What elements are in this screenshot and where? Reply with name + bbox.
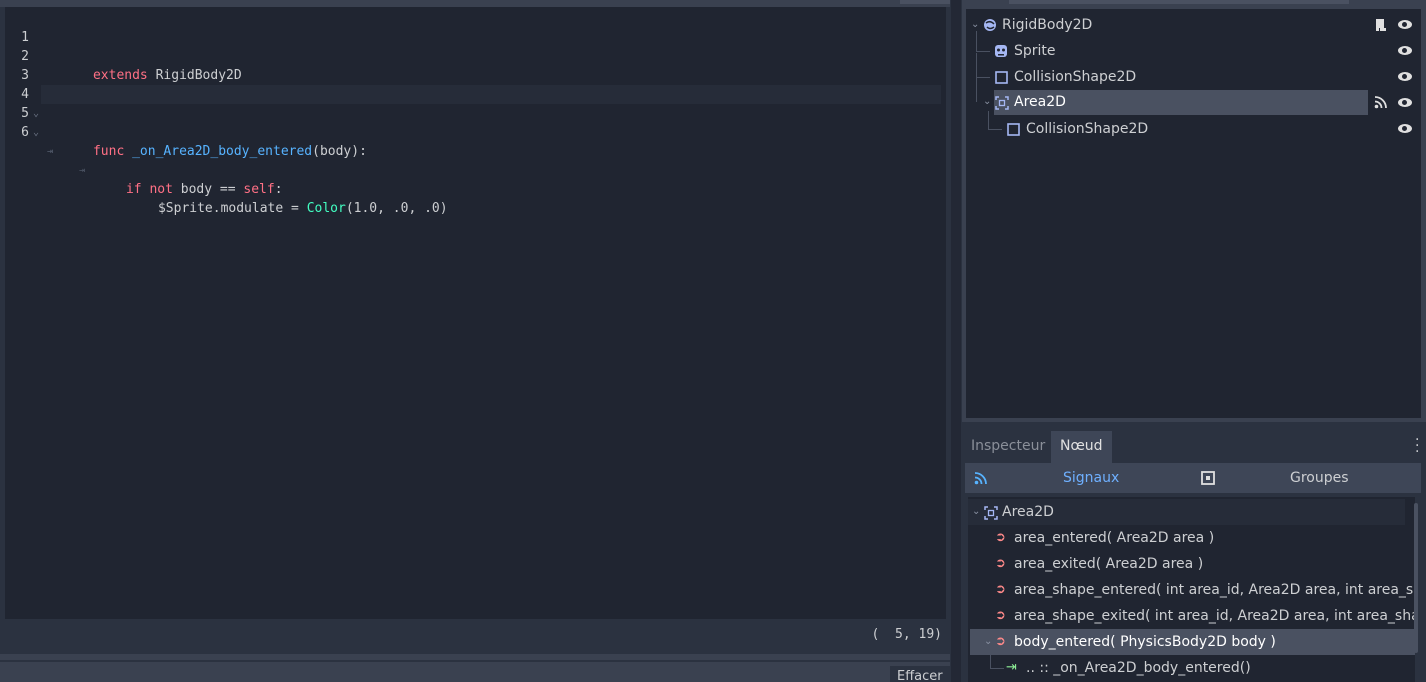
tree-item-sprite[interactable]: Sprite: [966, 31, 1421, 63]
signal-label: area_shape_entered( int area_id, Area2D …: [1014, 582, 1415, 598]
signal-item[interactable]: ➲ area_entered( Area2D area ): [968, 525, 1415, 551]
tree-guide-line: [976, 31, 977, 51]
collisionshape2d-icon: [995, 71, 1008, 84]
signal-icon: [974, 472, 987, 485]
code-line-2[interactable]: 2: [5, 28, 946, 64]
visibility-eye-icon[interactable]: [1398, 124, 1412, 133]
signal-item[interactable]: ➲ area_exited( Area2D area ): [968, 551, 1415, 577]
collisionshape2d-icon: [1007, 123, 1020, 136]
tree-item-collisionshape2d-child[interactable]: CollisionShape2D: [966, 111, 1421, 141]
indent-tab-icon: ⇥: [47, 146, 54, 157]
dock-splitter[interactable]: [951, 0, 961, 682]
signal-emit-icon: ➲: [995, 556, 1006, 571]
tree-guide-line: [976, 53, 977, 77]
signal-item-selected[interactable]: ⌄ ➲ body_entered( PhysicsBody2D body ): [970, 629, 1415, 655]
tree-guide-line: [988, 111, 989, 129]
code-line-1[interactable]: 1 extends RigidBody2D: [5, 9, 946, 83]
code-line-6[interactable]: 6 ⇥ ⇥ $Sprite.modulate = Color(1.0, .0, …: [5, 104, 946, 216]
line-number: 6: [21, 125, 29, 140]
signal-item[interactable]: ➲ area_shape_exited( int area_id, Area2D…: [968, 603, 1415, 629]
signal-connected-icon[interactable]: [1374, 96, 1387, 109]
tree-item-label: CollisionShape2D: [1014, 69, 1137, 85]
tab-signals[interactable]: Signaux: [1063, 463, 1119, 493]
signal-label: body_entered( PhysicsBody2D body ): [1014, 634, 1276, 650]
bottom-panel-bar: [0, 654, 950, 682]
code-line-3[interactable]: 3: [5, 47, 946, 83]
tree-guide-line: [976, 78, 977, 102]
divider: [0, 660, 950, 662]
visibility-eye-icon[interactable]: [1398, 20, 1412, 29]
tree-guide-line: [988, 129, 1002, 130]
tree-item-collisionshape2d[interactable]: CollisionShape2D: [966, 53, 1421, 89]
tree-guide-line: [976, 77, 990, 78]
tab-groups[interactable]: Groupes: [1290, 463, 1349, 493]
signal-emit-icon: ➲: [995, 634, 1006, 649]
signal-group-area2d[interactable]: ⌄ Area2D: [968, 499, 1405, 525]
connection-label: .. :: _on_Area2D_body_entered(): [1026, 660, 1251, 676]
signal-label: area_entered( Area2D area ): [1014, 530, 1215, 546]
signal-connection[interactable]: ⇥ .. :: _on_Area2D_body_entered(): [968, 655, 1415, 681]
editor-tab-stub: [900, 0, 950, 4]
signal-emit-icon: ➲: [995, 530, 1006, 545]
editor-top-bar: [0, 0, 950, 7]
code-line-4[interactable]: 4 ⌄ func _on_Area2D_body_entered(body):: [5, 66, 946, 159]
scene-tree[interactable]: ⌄ RigidBody2D Sprite CollisionShape2D Ar…: [966, 9, 1421, 418]
tree-guide-line: [990, 655, 991, 668]
scene-dock-top-strip: [1009, 0, 1349, 4]
visibility-eye-icon[interactable]: [1398, 46, 1412, 55]
tree-item-label: RigidBody2D: [1002, 17, 1093, 33]
groups-icon[interactable]: [1201, 471, 1215, 485]
signal-group-label: Area2D: [1002, 504, 1054, 520]
signal-label: area_shape_exited( int area_id, Area2D a…: [1014, 608, 1415, 624]
tab-node[interactable]: Nœud: [1051, 431, 1112, 463]
tree-item-rigidbody2d[interactable]: ⌄ RigidBody2D: [966, 13, 1421, 37]
sprite-icon: [995, 45, 1007, 57]
signal-emit-icon: ➲: [995, 582, 1006, 597]
area2d-row-extras: ⌄: [966, 78, 1421, 114]
tree-item-label: Sprite: [1014, 43, 1056, 59]
script-icon[interactable]: [1374, 18, 1387, 32]
indent-tab-icon: ⇥: [79, 165, 86, 176]
area2d-icon: [984, 506, 998, 520]
code-line-5[interactable]: 5 ⌄ ⇥ if not body == self:: [5, 85, 946, 197]
clear-button[interactable]: Effacer: [890, 666, 950, 682]
script-editor[interactable]: 1 extends RigidBody2D 2 3 4 ⌄ func _on_A…: [5, 7, 946, 619]
tree-item-label: CollisionShape2D: [1026, 121, 1149, 137]
editor-status-bar: ( 5, 19): [0, 620, 950, 654]
visibility-eye-icon[interactable]: [1398, 98, 1412, 107]
tab-inspector[interactable]: Inspecteur: [962, 431, 1054, 463]
tree-guide-line: [990, 668, 1004, 669]
cursor-position: ( 5, 19): [871, 627, 942, 642]
chevron-down-icon[interactable]: ⌄: [984, 629, 992, 655]
node-subtab-bar: [965, 463, 1421, 493]
signal-item[interactable]: ➲ area_shape_entered( int area_id, Area2…: [968, 577, 1415, 603]
dock-menu-icon[interactable]: · · ·: [1415, 433, 1419, 459]
signal-tree[interactable]: ⌄ Area2D ➲ area_entered( Area2D area ) ➲…: [968, 497, 1415, 682]
visibility-eye-icon[interactable]: [1398, 72, 1412, 81]
signal-label: area_exited( Area2D area ): [1014, 556, 1204, 572]
connection-slot-icon: ⇥: [1006, 660, 1017, 675]
rigidbody2d-icon: [984, 19, 996, 31]
code-text: $Sprite.modulate = Color(1.0, .0, .0): [157, 201, 448, 216]
signal-scrollbar[interactable]: [1414, 503, 1418, 653]
chevron-down-icon[interactable]: ⌄: [972, 499, 980, 525]
tree-guide-line: [976, 51, 990, 52]
signal-emit-icon: ➲: [995, 608, 1006, 623]
